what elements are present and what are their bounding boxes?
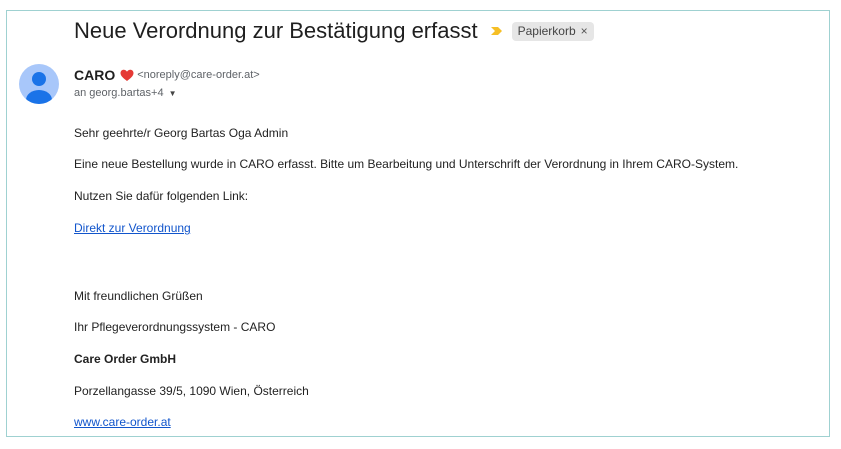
body-address: Porzellangasse 39/5, 1090 Wien, Österrei… <box>74 384 309 398</box>
chevron-down-icon[interactable]: ▼ <box>169 89 177 98</box>
avatar[interactable] <box>19 64 59 104</box>
label-remove-icon[interactable]: × <box>581 24 588 39</box>
email-subject: Neue Verordnung zur Bestätigung erfasst <box>74 18 478 43</box>
body-signature-system: Ihr Pflegeverordnungssystem - CARO <box>74 320 276 334</box>
link-website[interactable]: www.care-order.at <box>74 415 171 429</box>
link-direkt-zur-verordnung[interactable]: Direkt zur Verordnung <box>74 221 191 235</box>
recipients-row: an georg.bartas+4 ▼ <box>74 87 177 99</box>
body-company: Care Order GmbH <box>74 352 177 366</box>
body-link-prompt: Nutzen Sie dafür folgenden Link: <box>74 189 249 203</box>
label-chip-text: Papierkorb <box>517 23 576 38</box>
importance-marker-icon[interactable] <box>490 24 504 38</box>
sender-row: CARO <noreply@care-order.at> <box>74 67 260 83</box>
subject-row: Neue Verordnung zur Bestätigung erfasst … <box>74 17 594 45</box>
body-website-row: www.care-order.at <box>74 415 171 430</box>
body-closing: Mit freundlichen Grüßen <box>74 289 203 303</box>
recipients-text: an georg.bartas+4 <box>74 87 164 99</box>
heart-icon <box>120 69 134 82</box>
avatar-person-icon <box>26 72 52 104</box>
sender-email: <noreply@care-order.at> <box>137 69 260 81</box>
body-link-row: Direkt zur Verordnung <box>74 221 191 236</box>
label-chip-papierkorb[interactable]: Papierkorb × <box>511 21 594 41</box>
sender-name[interactable]: CARO <box>74 67 115 83</box>
body-intro: Eine neue Bestellung wurde in CARO erfas… <box>74 157 739 171</box>
body-greeting: Sehr geehrte/r Georg Bartas Oga Admin <box>74 126 289 140</box>
